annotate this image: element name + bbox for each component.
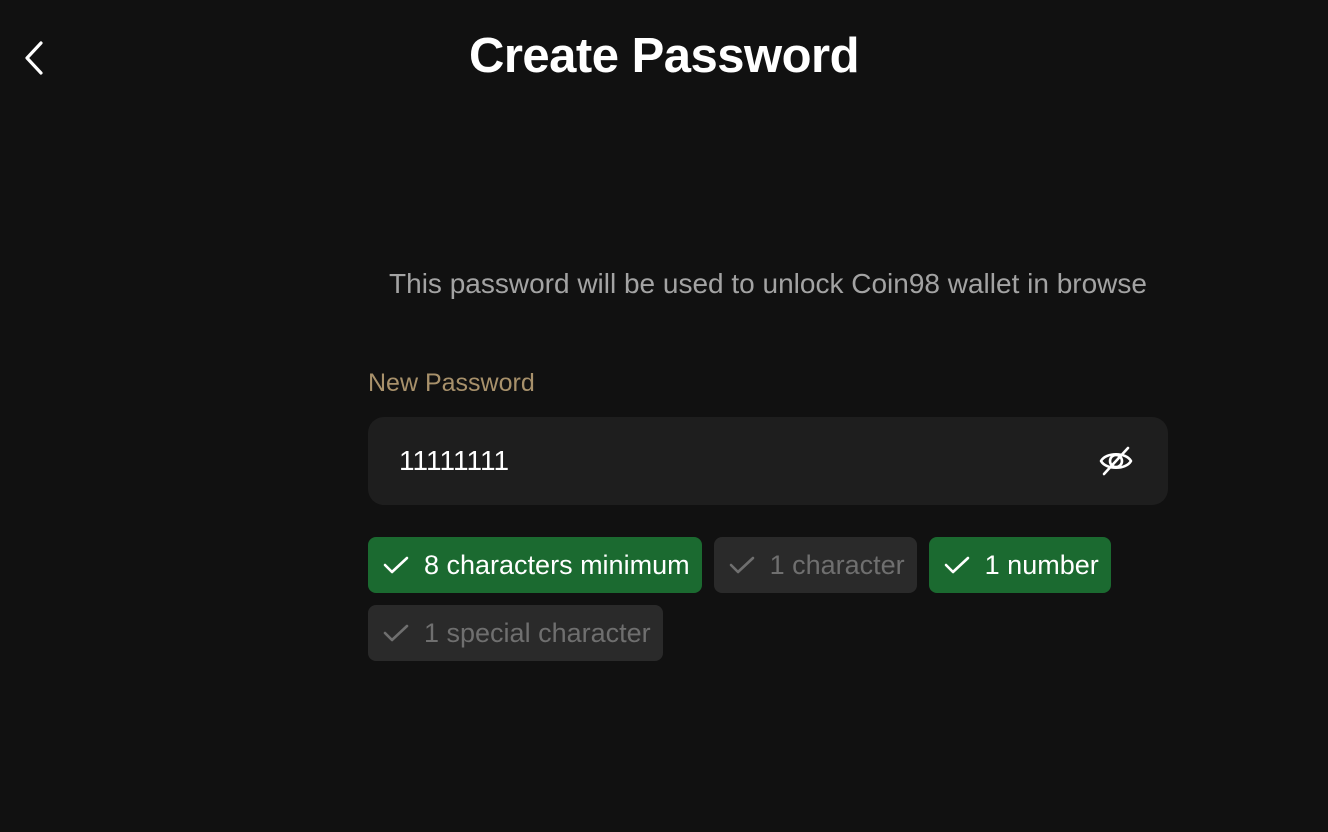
create-password-page: Create Password This password will be us… — [0, 0, 1328, 832]
new-password-label: New Password — [368, 369, 535, 397]
eye-off-icon — [1099, 446, 1133, 476]
page-title: Create Password — [0, 28, 1328, 84]
requirement-label: 1 number — [984, 549, 1099, 580]
description-text: This password will be used to unlock Coi… — [389, 268, 1147, 299]
page-title-text: Create Password — [468, 29, 860, 83]
requirement-label: 1 character — [769, 549, 905, 580]
check-icon — [943, 551, 971, 579]
requirement-number: 1 number — [928, 537, 1111, 593]
requirement-min-length: 8 characters minimum — [368, 537, 702, 593]
requirement-label: 8 characters minimum — [424, 549, 690, 580]
password-requirements: 8 characters minimum 1 character 1 numbe… — [368, 537, 1168, 661]
requirement-label: 1 special character — [424, 617, 651, 648]
main-content: This password will be used to unlock Coi… — [368, 266, 1168, 661]
check-icon — [382, 619, 410, 647]
toggle-visibility-button[interactable] — [1096, 441, 1136, 481]
check-icon — [728, 551, 756, 579]
requirement-special-character: 1 special character — [368, 605, 663, 661]
check-icon — [382, 551, 410, 579]
password-input[interactable] — [368, 416, 1096, 506]
password-field — [368, 416, 1168, 506]
requirement-character: 1 character — [713, 537, 917, 593]
